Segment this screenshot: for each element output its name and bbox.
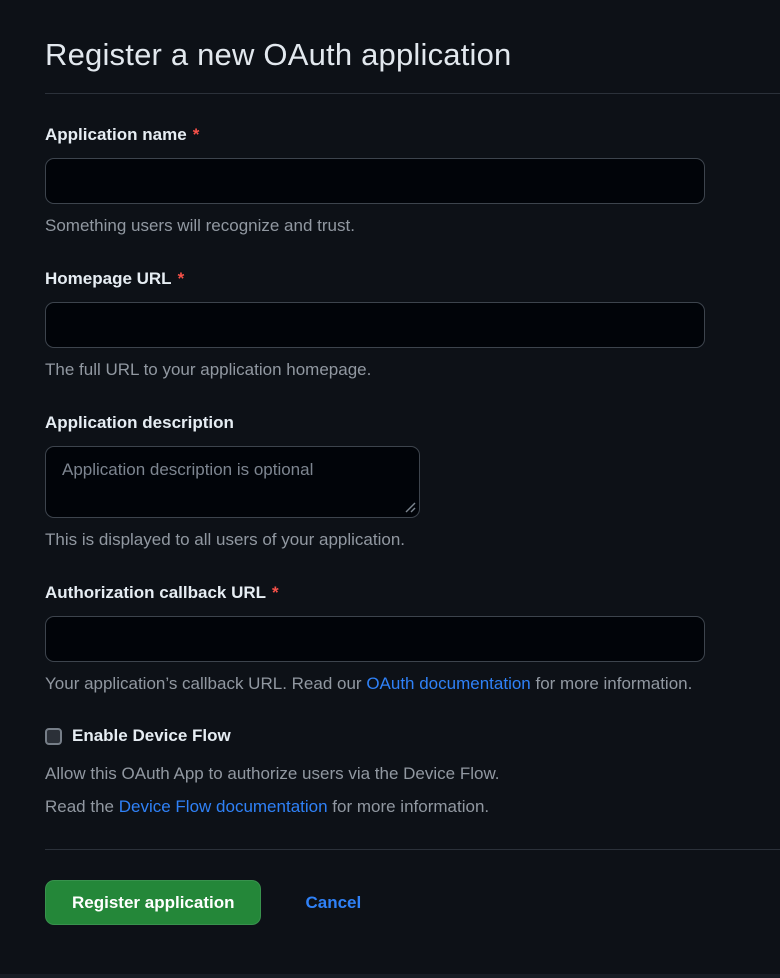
homepage-url-input[interactable] — [45, 302, 705, 348]
device-flow-help-line2-after: for more information. — [328, 797, 490, 816]
callback-url-input[interactable] — [45, 616, 705, 662]
oauth-documentation-link[interactable]: OAuth documentation — [366, 674, 530, 693]
required-asterisk: * — [178, 269, 185, 288]
callback-url-label-text: Authorization callback URL — [45, 583, 266, 602]
application-description-textarea-wrap — [45, 446, 420, 518]
homepage-url-help: The full URL to your application homepag… — [45, 359, 780, 380]
application-name-group: Application name * Something users will r… — [45, 124, 780, 236]
device-flow-group: Enable Device Flow Allow this OAuth App … — [45, 726, 780, 817]
device-flow-help-line2-before: Read the — [45, 797, 119, 816]
application-description-label-text: Application description — [45, 413, 234, 432]
application-name-label: Application name * — [45, 124, 780, 145]
device-flow-help-line2: Read the Device Flow documentation for m… — [45, 796, 780, 817]
application-description-group: Application description This is displaye… — [45, 412, 780, 550]
application-name-input[interactable] — [45, 158, 705, 204]
textarea-resize-handle-icon[interactable] — [404, 501, 416, 513]
register-application-button[interactable]: Register application — [45, 880, 261, 925]
callback-url-help: Your application’s callback URL. Read ou… — [45, 673, 780, 694]
callback-url-label: Authorization callback URL * — [45, 582, 780, 603]
form-actions: Register application Cancel — [45, 880, 780, 925]
oauth-app-form: Application name * Something users will r… — [45, 124, 780, 925]
device-flow-checkbox-row: Enable Device Flow — [45, 726, 780, 746]
homepage-url-label-text: Homepage URL — [45, 269, 172, 288]
application-description-label: Application description — [45, 412, 780, 433]
required-asterisk: * — [272, 583, 279, 602]
required-asterisk: * — [193, 125, 200, 144]
callback-url-help-text-after: for more information. — [531, 674, 693, 693]
actions-divider — [45, 849, 780, 850]
device-flow-documentation-link[interactable]: Device Flow documentation — [119, 797, 328, 816]
cancel-link[interactable]: Cancel — [305, 893, 361, 913]
homepage-url-label: Homepage URL * — [45, 268, 780, 289]
bottom-edge-strip — [0, 974, 780, 978]
enable-device-flow-label[interactable]: Enable Device Flow — [72, 726, 231, 746]
application-description-help: This is displayed to all users of your a… — [45, 529, 780, 550]
page-title: Register a new OAuth application — [45, 36, 780, 74]
callback-url-group: Authorization callback URL * Your applica… — [45, 582, 780, 694]
enable-device-flow-checkbox[interactable] — [45, 728, 62, 745]
title-divider — [45, 93, 780, 94]
callback-url-help-text-before: Your application’s callback URL. Read ou… — [45, 674, 366, 693]
application-name-help: Something users will recognize and trust… — [45, 215, 780, 236]
oauth-app-registration-page: Register a new OAuth application Applica… — [0, 0, 780, 925]
homepage-url-group: Homepage URL * The full URL to your appli… — [45, 268, 780, 380]
device-flow-help-line1: Allow this OAuth App to authorize users … — [45, 763, 780, 784]
application-name-label-text: Application name — [45, 125, 187, 144]
application-description-textarea[interactable] — [45, 446, 420, 518]
